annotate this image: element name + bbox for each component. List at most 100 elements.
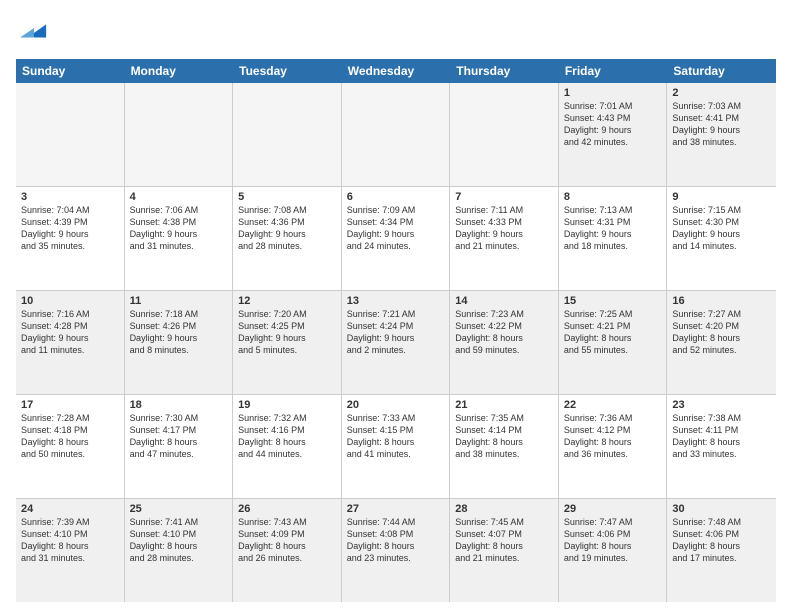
weekday-header: Sunday xyxy=(16,59,125,83)
calendar-cell: 12Sunrise: 7:20 AM Sunset: 4:25 PM Dayli… xyxy=(233,291,342,394)
calendar-cell: 13Sunrise: 7:21 AM Sunset: 4:24 PM Dayli… xyxy=(342,291,451,394)
day-info: Sunrise: 7:06 AM Sunset: 4:38 PM Dayligh… xyxy=(130,204,228,253)
calendar-body: 1Sunrise: 7:01 AM Sunset: 4:43 PM Daylig… xyxy=(16,83,776,602)
day-info: Sunrise: 7:01 AM Sunset: 4:43 PM Dayligh… xyxy=(564,100,662,149)
weekday-header: Friday xyxy=(559,59,668,83)
day-number: 30 xyxy=(672,503,771,515)
day-number: 16 xyxy=(672,295,771,307)
day-info: Sunrise: 7:08 AM Sunset: 4:36 PM Dayligh… xyxy=(238,204,336,253)
calendar-cell: 10Sunrise: 7:16 AM Sunset: 4:28 PM Dayli… xyxy=(16,291,125,394)
calendar-header: SundayMondayTuesdayWednesdayThursdayFrid… xyxy=(16,59,776,83)
calendar-cell xyxy=(125,83,234,186)
day-info: Sunrise: 7:04 AM Sunset: 4:39 PM Dayligh… xyxy=(21,204,119,253)
day-info: Sunrise: 7:48 AM Sunset: 4:06 PM Dayligh… xyxy=(672,516,771,565)
calendar-cell: 4Sunrise: 7:06 AM Sunset: 4:38 PM Daylig… xyxy=(125,187,234,290)
day-number: 28 xyxy=(455,503,553,515)
day-number: 17 xyxy=(21,399,119,411)
calendar-cell xyxy=(450,83,559,186)
calendar-cell: 15Sunrise: 7:25 AM Sunset: 4:21 PM Dayli… xyxy=(559,291,668,394)
calendar-row: 24Sunrise: 7:39 AM Sunset: 4:10 PM Dayli… xyxy=(16,499,776,602)
weekday-header: Tuesday xyxy=(233,59,342,83)
calendar-cell: 27Sunrise: 7:44 AM Sunset: 4:08 PM Dayli… xyxy=(342,499,451,602)
calendar-cell: 5Sunrise: 7:08 AM Sunset: 4:36 PM Daylig… xyxy=(233,187,342,290)
weekday-header: Saturday xyxy=(667,59,776,83)
day-number: 7 xyxy=(455,191,553,203)
day-number: 4 xyxy=(130,191,228,203)
day-number: 2 xyxy=(672,87,771,99)
calendar-cell: 19Sunrise: 7:32 AM Sunset: 4:16 PM Dayli… xyxy=(233,395,342,498)
weekday-header: Thursday xyxy=(450,59,559,83)
day-info: Sunrise: 7:23 AM Sunset: 4:22 PM Dayligh… xyxy=(455,308,553,357)
day-number: 1 xyxy=(564,87,662,99)
day-info: Sunrise: 7:47 AM Sunset: 4:06 PM Dayligh… xyxy=(564,516,662,565)
page: SundayMondayTuesdayWednesdayThursdayFrid… xyxy=(0,0,792,612)
day-number: 25 xyxy=(130,503,228,515)
day-info: Sunrise: 7:13 AM Sunset: 4:31 PM Dayligh… xyxy=(564,204,662,253)
day-number: 23 xyxy=(672,399,771,411)
weekday-header: Wednesday xyxy=(342,59,451,83)
day-info: Sunrise: 7:25 AM Sunset: 4:21 PM Dayligh… xyxy=(564,308,662,357)
calendar-cell: 28Sunrise: 7:45 AM Sunset: 4:07 PM Dayli… xyxy=(450,499,559,602)
day-info: Sunrise: 7:41 AM Sunset: 4:10 PM Dayligh… xyxy=(130,516,228,565)
day-info: Sunrise: 7:03 AM Sunset: 4:41 PM Dayligh… xyxy=(672,100,771,149)
calendar-cell xyxy=(233,83,342,186)
calendar-row: 3Sunrise: 7:04 AM Sunset: 4:39 PM Daylig… xyxy=(16,187,776,291)
day-info: Sunrise: 7:20 AM Sunset: 4:25 PM Dayligh… xyxy=(238,308,336,357)
logo-icon xyxy=(20,16,48,44)
calendar-cell: 26Sunrise: 7:43 AM Sunset: 4:09 PM Dayli… xyxy=(233,499,342,602)
day-info: Sunrise: 7:15 AM Sunset: 4:30 PM Dayligh… xyxy=(672,204,771,253)
day-info: Sunrise: 7:44 AM Sunset: 4:08 PM Dayligh… xyxy=(347,516,445,565)
calendar-row: 1Sunrise: 7:01 AM Sunset: 4:43 PM Daylig… xyxy=(16,83,776,187)
calendar-cell xyxy=(16,83,125,186)
calendar-cell: 17Sunrise: 7:28 AM Sunset: 4:18 PM Dayli… xyxy=(16,395,125,498)
calendar-cell: 1Sunrise: 7:01 AM Sunset: 4:43 PM Daylig… xyxy=(559,83,668,186)
day-number: 5 xyxy=(238,191,336,203)
day-number: 13 xyxy=(347,295,445,307)
day-number: 15 xyxy=(564,295,662,307)
day-number: 22 xyxy=(564,399,662,411)
day-info: Sunrise: 7:21 AM Sunset: 4:24 PM Dayligh… xyxy=(347,308,445,357)
calendar-cell: 14Sunrise: 7:23 AM Sunset: 4:22 PM Dayli… xyxy=(450,291,559,394)
day-info: Sunrise: 7:38 AM Sunset: 4:11 PM Dayligh… xyxy=(672,412,771,461)
calendar-cell: 16Sunrise: 7:27 AM Sunset: 4:20 PM Dayli… xyxy=(667,291,776,394)
day-number: 11 xyxy=(130,295,228,307)
day-number: 29 xyxy=(564,503,662,515)
day-info: Sunrise: 7:18 AM Sunset: 4:26 PM Dayligh… xyxy=(130,308,228,357)
day-number: 3 xyxy=(21,191,119,203)
calendar-cell: 6Sunrise: 7:09 AM Sunset: 4:34 PM Daylig… xyxy=(342,187,451,290)
day-number: 20 xyxy=(347,399,445,411)
header xyxy=(16,16,776,49)
day-info: Sunrise: 7:45 AM Sunset: 4:07 PM Dayligh… xyxy=(455,516,553,565)
weekday-header: Monday xyxy=(125,59,234,83)
day-number: 18 xyxy=(130,399,228,411)
calendar-cell: 2Sunrise: 7:03 AM Sunset: 4:41 PM Daylig… xyxy=(667,83,776,186)
day-info: Sunrise: 7:11 AM Sunset: 4:33 PM Dayligh… xyxy=(455,204,553,253)
calendar-cell: 24Sunrise: 7:39 AM Sunset: 4:10 PM Dayli… xyxy=(16,499,125,602)
calendar-cell: 22Sunrise: 7:36 AM Sunset: 4:12 PM Dayli… xyxy=(559,395,668,498)
day-number: 8 xyxy=(564,191,662,203)
calendar-cell xyxy=(342,83,451,186)
calendar: SundayMondayTuesdayWednesdayThursdayFrid… xyxy=(16,59,776,602)
day-number: 9 xyxy=(672,191,771,203)
calendar-row: 17Sunrise: 7:28 AM Sunset: 4:18 PM Dayli… xyxy=(16,395,776,499)
day-info: Sunrise: 7:28 AM Sunset: 4:18 PM Dayligh… xyxy=(21,412,119,461)
calendar-cell: 11Sunrise: 7:18 AM Sunset: 4:26 PM Dayli… xyxy=(125,291,234,394)
day-number: 12 xyxy=(238,295,336,307)
calendar-cell: 18Sunrise: 7:30 AM Sunset: 4:17 PM Dayli… xyxy=(125,395,234,498)
logo xyxy=(16,16,48,49)
day-number: 14 xyxy=(455,295,553,307)
calendar-cell: 30Sunrise: 7:48 AM Sunset: 4:06 PM Dayli… xyxy=(667,499,776,602)
day-info: Sunrise: 7:39 AM Sunset: 4:10 PM Dayligh… xyxy=(21,516,119,565)
calendar-cell: 7Sunrise: 7:11 AM Sunset: 4:33 PM Daylig… xyxy=(450,187,559,290)
day-info: Sunrise: 7:43 AM Sunset: 4:09 PM Dayligh… xyxy=(238,516,336,565)
calendar-cell: 21Sunrise: 7:35 AM Sunset: 4:14 PM Dayli… xyxy=(450,395,559,498)
day-info: Sunrise: 7:36 AM Sunset: 4:12 PM Dayligh… xyxy=(564,412,662,461)
day-info: Sunrise: 7:16 AM Sunset: 4:28 PM Dayligh… xyxy=(21,308,119,357)
day-number: 27 xyxy=(347,503,445,515)
day-info: Sunrise: 7:09 AM Sunset: 4:34 PM Dayligh… xyxy=(347,204,445,253)
day-number: 10 xyxy=(21,295,119,307)
calendar-cell: 3Sunrise: 7:04 AM Sunset: 4:39 PM Daylig… xyxy=(16,187,125,290)
day-number: 21 xyxy=(455,399,553,411)
calendar-cell: 9Sunrise: 7:15 AM Sunset: 4:30 PM Daylig… xyxy=(667,187,776,290)
day-number: 24 xyxy=(21,503,119,515)
